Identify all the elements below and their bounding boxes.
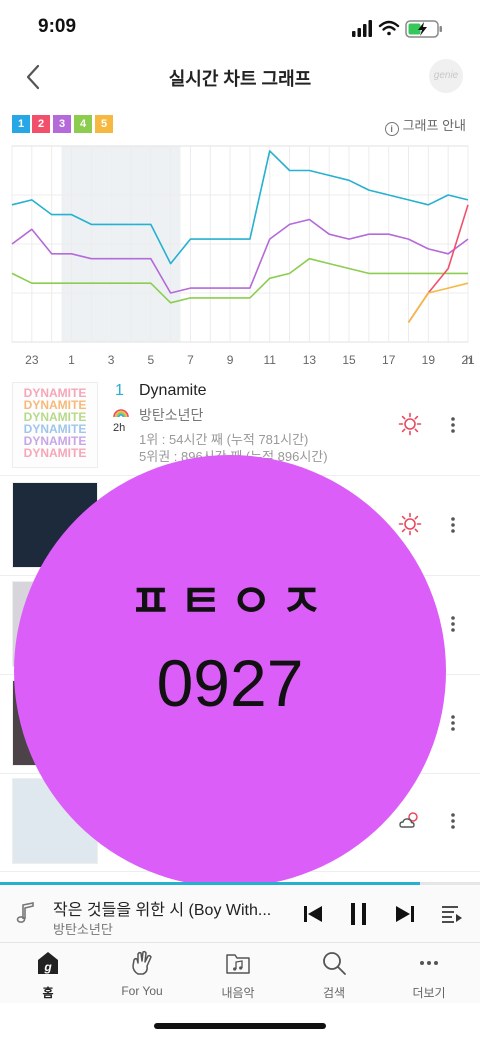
song-artist: 방탄소년단 xyxy=(139,407,204,423)
tab-label: For You xyxy=(121,984,163,998)
chart-x-tick-label: 1 xyxy=(68,353,75,367)
status-icons xyxy=(352,20,442,38)
tab-label: 검색 xyxy=(322,986,346,1000)
rank-chart[interactable]: 23 1 3 5 7 9 11 13 15 17 19 21 h xyxy=(0,140,480,376)
genie-logo[interactable]: genie xyxy=(429,59,463,93)
sun-icon[interactable] xyxy=(398,512,422,536)
status-bar: 9:09 xyxy=(0,0,480,56)
player-artist: 방탄소년단 xyxy=(53,922,113,937)
chart-x-tick-label: 17 xyxy=(382,353,396,367)
more-dots-icon xyxy=(420,961,438,965)
music-folder-icon xyxy=(226,954,250,974)
hand-icon xyxy=(132,950,152,975)
tab-label: 더보기 xyxy=(412,986,446,1000)
rank-chip-2: 2 xyxy=(32,115,50,133)
page-title: 실시간 차트 그래프 xyxy=(168,69,312,89)
tab-my-music[interactable]: 내음악 xyxy=(190,949,286,1003)
nav-bar: 실시간 차트 그래프 genie xyxy=(0,56,480,98)
chart-x-tick-label: 7 xyxy=(187,353,194,367)
song-title: Dynamite xyxy=(139,382,207,399)
info-icon: i xyxy=(384,122,399,136)
overlay-text: ㅍㅌㅇㅈ xyxy=(129,575,331,627)
graph-guide-label: 그래프 안내 xyxy=(402,118,466,133)
chart-x-tick-label: 3 xyxy=(108,353,115,367)
status-time: 9:09 xyxy=(38,16,77,37)
rank-number: 1 xyxy=(115,382,124,399)
more-options-icon[interactable] xyxy=(450,615,456,633)
next-button[interactable] xyxy=(393,902,417,926)
svg-text:g: g xyxy=(43,960,52,974)
chart-series-line-4 xyxy=(407,204,469,323)
wifi-icon xyxy=(378,20,400,36)
playlist-icon[interactable] xyxy=(440,902,464,926)
rank-chip-5: 5 xyxy=(95,115,113,133)
chart-x-tick-label: 15 xyxy=(342,353,356,367)
previous-button[interactable] xyxy=(301,902,325,926)
chart-x-tick-label: 13 xyxy=(303,353,317,367)
chart-x-tick-label: 11 xyxy=(264,353,277,367)
more-options-icon[interactable] xyxy=(450,516,456,534)
rank-chip-4: 4 xyxy=(74,115,92,133)
chart-x-tick-label: 5 xyxy=(147,353,154,367)
chart-x-tick-label: 9 xyxy=(227,353,234,367)
mini-player[interactable]: 작은 것들을 위한 시 (Boy With... 방탄소년단 xyxy=(0,885,480,943)
cellular-signal-icon xyxy=(352,20,372,37)
rank-chip-3: 3 xyxy=(53,115,71,133)
tab-search[interactable]: 검색 xyxy=(286,949,382,1003)
search-icon xyxy=(323,952,346,975)
album-art[interactable]: DYNAMITE DYNAMITE DYNAMITE DYNAMITE DYNAMITE… xyxy=(12,382,98,468)
pause-button[interactable] xyxy=(347,902,371,926)
tab-label: 홈 xyxy=(42,986,54,1000)
sun-icon[interactable] xyxy=(398,412,422,436)
chart-x-tick-label: 23 xyxy=(25,353,39,367)
chart-x-tick-label: 19 xyxy=(422,353,436,367)
graph-guide-button[interactable]: i 그래프 안내 xyxy=(384,115,466,136)
more-options-icon[interactable] xyxy=(450,416,456,434)
more-options-icon[interactable] xyxy=(450,812,456,830)
overlay-watermark: ㅍㅌㅇㅈ 0927 xyxy=(14,455,446,887)
tab-bar: g 홈 For You 내음악 검색 더보기 xyxy=(0,943,480,1003)
tab-home[interactable]: g 홈 xyxy=(0,949,96,1003)
chart-x-unit-label: h xyxy=(465,353,472,367)
more-options-icon[interactable] xyxy=(450,714,456,732)
chart-series-line-5 xyxy=(407,282,469,323)
home-g-icon: g xyxy=(38,952,58,974)
tab-more[interactable]: 더보기 xyxy=(381,949,477,1003)
player-title: 작은 것들을 위한 시 (Boy With... xyxy=(53,902,272,919)
battery-charging-icon xyxy=(405,20,442,38)
rank-chip-1: 1 xyxy=(12,115,30,133)
rank-hours: 2h xyxy=(113,422,126,434)
overlay-number: 0927 xyxy=(156,646,304,720)
album-art-text: DYNAMITE xyxy=(24,446,87,460)
tab-for-you[interactable]: For You xyxy=(94,949,190,1003)
rainbow-icon xyxy=(113,409,129,418)
cloud-sun-icon[interactable] xyxy=(398,808,422,832)
music-note-icon xyxy=(16,902,34,923)
tab-label: 내음악 xyxy=(221,986,255,1000)
rank-chart-svg: 23 1 3 5 7 9 11 13 15 17 19 21h xyxy=(11,145,475,367)
home-indicator xyxy=(154,1023,326,1029)
